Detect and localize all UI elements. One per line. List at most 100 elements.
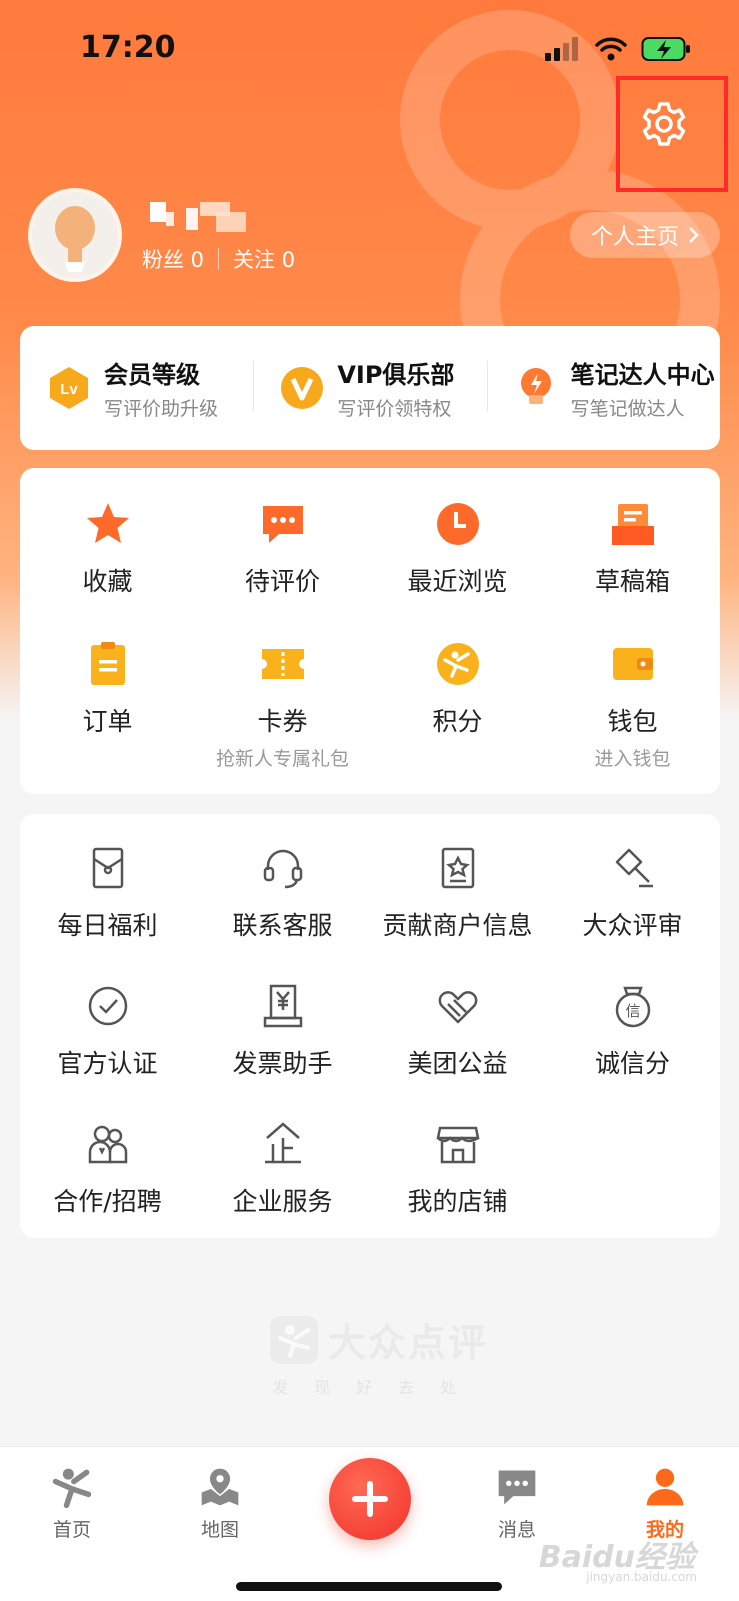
wallet-entry[interactable]: 钱包 进入钱包 xyxy=(545,640,720,780)
plus-icon xyxy=(352,1481,388,1517)
invoice-helper-entry[interactable]: 发票助手 xyxy=(195,982,370,1120)
battery-charging-icon xyxy=(641,37,690,61)
orders-label: 订单 xyxy=(82,707,133,736)
member-level-entry[interactable]: Lv 会员等级 写评价助升级 xyxy=(20,355,253,421)
wallet-icon xyxy=(612,648,653,680)
comment-icon xyxy=(262,506,303,543)
credit-score-entry[interactable]: 信 诚信分 xyxy=(545,982,720,1120)
meituan-charity-entry[interactable]: 美团公益 xyxy=(370,982,545,1120)
tab-messages-label: 消息 xyxy=(497,1519,536,1541)
gavel-icon xyxy=(615,848,653,888)
brand-slogan: 发现好去处 xyxy=(272,1378,483,1397)
settings-highlight-frame xyxy=(616,76,728,192)
points-label: 积分 xyxy=(432,707,483,736)
tab-map[interactable]: 地图 xyxy=(175,1465,265,1542)
tab-messages[interactable]: 消息 xyxy=(472,1465,562,1542)
partnership-label: 合作/招聘 xyxy=(53,1187,162,1216)
partners-icon xyxy=(88,1125,127,1164)
personal-homepage-button[interactable]: 个人主页 xyxy=(570,212,720,258)
fans-count[interactable]: 粉丝 0 xyxy=(142,244,204,274)
recent-browse-entry[interactable]: 最近浏览 xyxy=(370,500,545,640)
customer-service-label: 联系客服 xyxy=(232,911,333,940)
enterprise-icon xyxy=(264,1122,301,1164)
status-time: 17:20 xyxy=(80,30,176,65)
avatar[interactable] xyxy=(28,188,122,282)
official-cert-label: 官方认证 xyxy=(57,1049,158,1078)
points-icon xyxy=(436,643,479,685)
my-store-label: 我的店铺 xyxy=(407,1187,508,1216)
note-expert-entry[interactable]: 笔记达人中心 写笔记做达人 xyxy=(486,355,720,421)
services-card: 每日福利 联系客服 贡献商户信息 大众评审 官方认证 发票助手 美团公益 信 诚 xyxy=(20,814,720,1238)
home-tab-icon xyxy=(52,1468,92,1509)
status-icons xyxy=(545,36,691,62)
svg-text:信: 信 xyxy=(625,1002,640,1020)
clock-icon xyxy=(436,503,479,545)
stats-divider xyxy=(218,248,220,270)
vip-club-entry[interactable]: VIP俱乐部 写评价领特权 xyxy=(253,355,486,421)
invoice-helper-label: 发票助手 xyxy=(232,1049,333,1078)
coupon-icon xyxy=(261,649,304,679)
headset-icon xyxy=(263,849,302,889)
coupons-entry[interactable]: 卡券 抢新人专属礼包 xyxy=(195,640,370,780)
official-cert-entry[interactable]: 官方认证 xyxy=(20,982,195,1120)
cellular-signal-icon xyxy=(545,37,578,61)
daily-welfare-entry[interactable]: 每日福利 xyxy=(20,844,195,982)
partnership-entry[interactable]: 合作/招聘 xyxy=(20,1120,195,1258)
profile-tab-icon xyxy=(646,1468,684,1506)
pending-review-entry[interactable]: 待评价 xyxy=(195,500,370,640)
invoice-icon xyxy=(263,984,302,1028)
favorites-entry[interactable]: 收藏 xyxy=(20,500,195,640)
username-blurred-icon[interactable] xyxy=(150,198,250,234)
member-level-title: 会员等级 xyxy=(104,361,200,389)
orders-entry[interactable]: 订单 xyxy=(20,640,195,780)
note-expert-title: 笔记达人中心 xyxy=(570,361,715,389)
star-icon xyxy=(86,503,129,543)
vip-badge-icon xyxy=(281,367,324,409)
red-packet-icon xyxy=(92,847,123,889)
daily-welfare-label: 每日福利 xyxy=(57,911,158,940)
svg-text:Lv: Lv xyxy=(60,381,78,398)
enterprise-service-label: 企业服务 xyxy=(232,1187,333,1216)
tab-home-label: 首页 xyxy=(52,1519,91,1541)
contribute-merchant-entry[interactable]: 贡献商户信息 xyxy=(370,844,545,982)
drafts-entry[interactable]: 草稿箱 xyxy=(545,500,720,640)
member-level-sub: 写评价助升级 xyxy=(104,398,219,420)
public-review-entry[interactable]: 大众评审 xyxy=(545,844,720,982)
enterprise-service-entry[interactable]: 企业服务 xyxy=(195,1120,370,1258)
contribute-merchant-label: 贡献商户信息 xyxy=(382,911,533,940)
follow-count[interactable]: 关注 0 xyxy=(233,244,295,274)
pending-review-label: 待评价 xyxy=(244,567,320,596)
vip-club-title: VIP俱乐部 xyxy=(337,361,455,389)
main-functions-card: 收藏 待评价 最近浏览 草稿箱 订单 卡券 抢新人专属礼包 积分 钱包 进入钱包 xyxy=(20,468,720,794)
dianping-logo-icon xyxy=(270,1315,318,1364)
wallet-label: 钱包 xyxy=(607,707,658,736)
wallet-sub: 进入钱包 xyxy=(594,748,671,770)
brand-logo: 大众点评 xyxy=(270,1312,488,1367)
wifi-icon xyxy=(595,37,627,61)
meituan-charity-label: 美团公益 xyxy=(407,1049,508,1078)
membership-card: Lv 会员等级 写评价助升级 VIP俱乐部 写评价领特权 笔记达人中心 写笔记做… xyxy=(20,326,720,450)
customer-service-entry[interactable]: 联系客服 xyxy=(195,844,370,982)
recent-browse-label: 最近浏览 xyxy=(407,567,508,596)
my-store-entry[interactable]: 我的店铺 xyxy=(370,1120,545,1258)
note-expert-sub: 写笔记做达人 xyxy=(570,398,685,420)
drafts-label: 草稿箱 xyxy=(594,567,670,596)
tab-home[interactable]: 首页 xyxy=(27,1465,117,1542)
chevron-right-icon xyxy=(689,227,699,243)
public-review-label: 大众评审 xyxy=(582,911,683,940)
credit-badge-icon: 信 xyxy=(615,986,650,1028)
coupons-label: 卡券 xyxy=(257,707,308,736)
tab-mine[interactable]: 我的 xyxy=(620,1465,710,1542)
vip-club-sub: 写评价领特权 xyxy=(337,398,452,420)
personal-homepage-label: 个人主页 xyxy=(590,225,679,250)
home-indicator xyxy=(236,1582,502,1591)
points-entry[interactable]: 积分 xyxy=(370,640,545,780)
publish-plus-button[interactable] xyxy=(329,1458,411,1540)
store-icon xyxy=(435,1126,480,1164)
lightbulb-icon xyxy=(520,368,551,404)
merchant-info-icon xyxy=(441,847,474,889)
map-tab-icon xyxy=(201,1468,239,1506)
charity-heart-icon xyxy=(438,991,477,1024)
tab-map-label: 地图 xyxy=(200,1519,239,1541)
brand-name: 大众点评 xyxy=(328,1321,489,1365)
